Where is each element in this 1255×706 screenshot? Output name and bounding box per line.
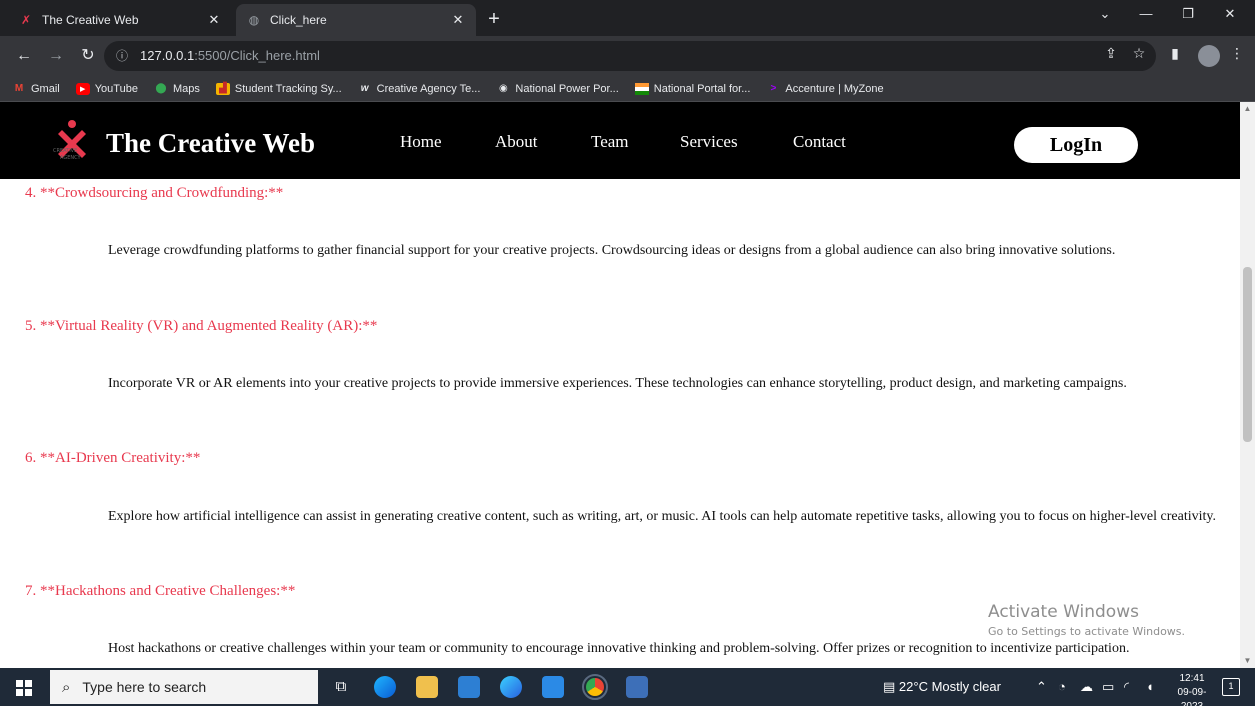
bookmark-gmail[interactable]: M Gmail xyxy=(12,83,60,95)
microsoft-store-icon[interactable] xyxy=(458,676,480,698)
profile-avatar[interactable] xyxy=(1198,45,1220,67)
section-paragraph: Leverage crowdfunding platforms to gathe… xyxy=(108,243,1116,258)
bookmark-national-portal[interactable]: National Portal for... xyxy=(634,82,750,95)
bookmark-maps[interactable]: ⬤ Maps xyxy=(154,83,200,95)
bookmark-creative-agency[interactable]: w Creative Agency Te... xyxy=(358,83,481,95)
section-heading: 6. **AI-Driven Creativity:** xyxy=(25,450,201,466)
section-paragraph: Incorporate VR or AR elements into your … xyxy=(108,376,1127,391)
network-icon[interactable]: ◔ xyxy=(1058,679,1066,694)
bookmark-accenture[interactable]: > Accenture | MyZone xyxy=(766,83,883,95)
nav-contact[interactable]: Contact xyxy=(793,132,846,152)
chrome-icon[interactable] xyxy=(582,674,608,700)
close-tab-icon[interactable]: ✕ xyxy=(206,12,222,28)
site-navbar: CREATIVE AGENCY The Creative Web Home Ab… xyxy=(0,102,1240,179)
tab-title: Click_here xyxy=(270,13,327,27)
nav-home[interactable]: Home xyxy=(400,132,442,152)
bookmark-star-icon[interactable]: ☆ xyxy=(1128,45,1150,62)
section-paragraph: Host hackathons or creative challenges w… xyxy=(108,641,1130,656)
scrollbar-thumb[interactable] xyxy=(1243,267,1252,442)
browser-tab-strip: ✗ The Creative Web ✕ ◍ Click_here ✕ + ⌄ … xyxy=(0,0,1255,36)
reload-icon[interactable]: ↻ xyxy=(76,44,100,68)
tray-chevron-icon[interactable]: ⌃ xyxy=(1036,679,1047,695)
bookmark-national-power[interactable]: ◉ National Power Por... xyxy=(496,83,619,95)
globe-icon: ◉ xyxy=(499,83,508,94)
battery-icon[interactable]: ▭ xyxy=(1102,679,1114,695)
globe-favicon-icon: ◍ xyxy=(248,13,260,27)
taskbar-search-box[interactable]: ⌕ Type here to search xyxy=(50,670,318,704)
copilot-icon[interactable] xyxy=(500,676,522,698)
new-tab-button[interactable]: + xyxy=(482,8,506,32)
tab-title: The Creative Web xyxy=(42,13,139,27)
weather-widget[interactable]: ▤ 22°C Mostly clear xyxy=(883,679,1001,695)
page-viewport: CREATIVE AGENCY The Creative Web Home Ab… xyxy=(0,102,1240,668)
scroll-down-icon[interactable]: ▼ xyxy=(1240,654,1255,668)
task-view-icon[interactable]: ⧉ xyxy=(330,676,352,698)
word-icon[interactable] xyxy=(626,676,648,698)
close-tab-icon[interactable]: ✕ xyxy=(450,12,466,28)
cloud-icon[interactable]: ☁ xyxy=(1080,679,1093,695)
close-window-button[interactable]: ✕ xyxy=(1215,6,1245,22)
minimize-button[interactable]: — xyxy=(1131,6,1161,21)
taskbar-clock[interactable]: 12:41 09-09-2023 xyxy=(1168,672,1216,706)
menu-kebab-icon[interactable]: ⋮ xyxy=(1226,45,1248,62)
address-bar[interactable]: ⓘ 127.0.0.1:5500/Click_here.html xyxy=(104,41,1156,71)
wifi-icon[interactable]: ◜ xyxy=(1124,679,1129,695)
maximize-button[interactable]: ❐ xyxy=(1173,6,1203,22)
maps-icon: ⬤ xyxy=(155,83,167,94)
creative-agency-logo-icon: CREATIVE AGENCY xyxy=(53,120,86,161)
windows-taskbar: ⌕ Type here to search ⧉ ▤ 22°C Mostly cl… xyxy=(0,668,1255,706)
flag-icon xyxy=(634,82,649,95)
youtube-icon: ▶ xyxy=(75,82,90,95)
section-heading: 4. **Crowdsourcing and Crowdfunding:** xyxy=(25,185,284,201)
clock-time: 12:41 xyxy=(1179,673,1205,684)
scroll-up-icon[interactable]: ▲ xyxy=(1240,102,1255,116)
url-path: :5500/Click_here.html xyxy=(194,48,320,63)
page-scrollbar[interactable]: ▲ ▼ xyxy=(1240,102,1255,668)
gmail-icon: M xyxy=(14,83,24,94)
tab-click-here[interactable]: ◍ Click_here ✕ xyxy=(236,4,476,36)
search-placeholder: Type here to search xyxy=(82,679,207,695)
volume-icon[interactable]: ◖ xyxy=(1146,679,1154,694)
notification-center-icon[interactable]: 1 xyxy=(1222,678,1240,696)
search-icon: ⌕ xyxy=(62,678,71,696)
nav-services[interactable]: Services xyxy=(680,132,738,152)
nav-about[interactable]: About xyxy=(495,132,538,152)
login-button[interactable]: LogIn xyxy=(1014,127,1138,163)
nav-team[interactable]: Team xyxy=(591,132,629,152)
chart-icon: ▟ xyxy=(215,82,230,95)
site-brand[interactable]: The Creative Web xyxy=(106,128,315,159)
windows-start-icon[interactable] xyxy=(16,680,32,696)
bookmark-youtube[interactable]: ▶ YouTube xyxy=(75,82,138,95)
section-paragraph: Explore how artificial intelligence can … xyxy=(108,509,1216,524)
w-icon: w xyxy=(360,83,369,94)
edge-icon[interactable] xyxy=(374,676,396,698)
share-icon[interactable]: ⇪ xyxy=(1100,45,1122,62)
svg-text:CREATIVE: CREATIVE xyxy=(53,148,77,154)
section-heading: 7. **Hackathons and Creative Challenges:… xyxy=(25,583,296,599)
url-host: 127.0.0.1 xyxy=(140,48,195,63)
site-favicon-icon: ✗ xyxy=(20,13,32,27)
vscode-icon[interactable] xyxy=(542,676,564,698)
forward-icon[interactable]: → xyxy=(44,44,68,68)
section-heading: 5. **Virtual Reality (VR) and Augmented … xyxy=(25,318,378,334)
file-explorer-icon[interactable] xyxy=(416,676,438,698)
activate-windows-title: Activate Windows xyxy=(988,602,1139,622)
activate-windows-subtitle: Go to Settings to activate Windows. xyxy=(988,625,1186,638)
bookmark-student-tracking[interactable]: ▟ Student Tracking Sy... xyxy=(215,82,342,95)
weather-text: 22°C Mostly clear xyxy=(898,679,1001,694)
weather-icon: ▤ xyxy=(883,679,896,694)
side-panel-icon[interactable]: ▮ xyxy=(1164,45,1186,62)
address-toolbar: ← → ↻ ⓘ 127.0.0.1:5500/Click_here.html ⇪… xyxy=(0,36,1255,76)
tab-the-creative-web[interactable]: ✗ The Creative Web ✕ xyxy=(8,4,232,36)
back-icon[interactable]: ← xyxy=(12,44,36,68)
svg-text:AGENCY: AGENCY xyxy=(60,155,82,161)
tab-search-icon[interactable]: ⌄ xyxy=(1090,6,1120,22)
site-info-icon[interactable]: ⓘ xyxy=(116,41,128,71)
bookmarks-bar: M Gmail ▶ YouTube ⬤ Maps ▟ Student Tracking … xyxy=(0,76,1255,102)
clock-date: 09-09-2023 xyxy=(1177,687,1207,706)
accenture-icon: > xyxy=(770,83,777,94)
